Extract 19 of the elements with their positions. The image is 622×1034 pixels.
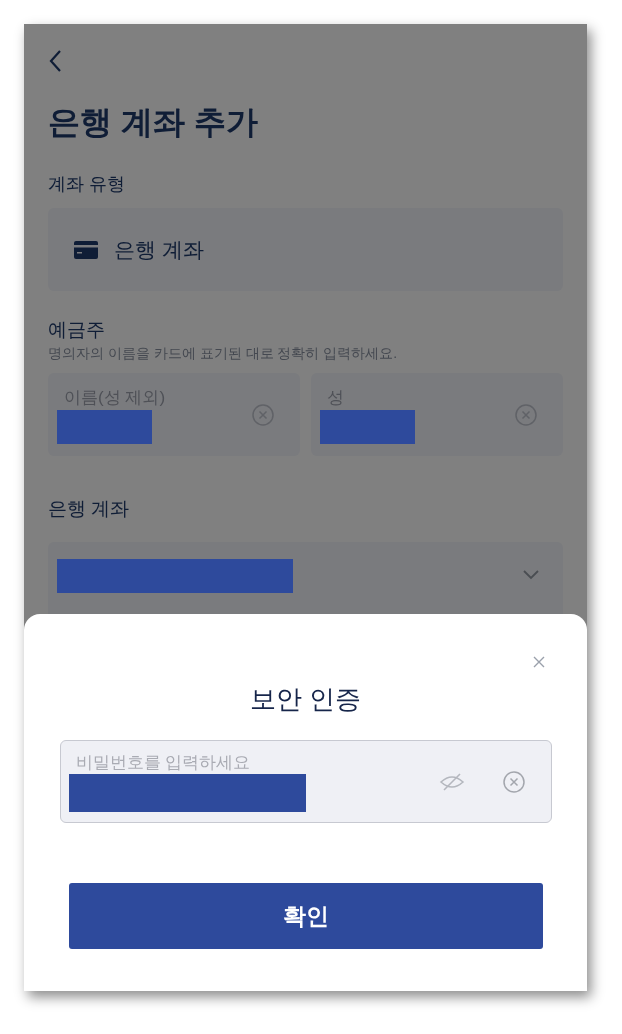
account-type-value: 은행 계좌	[114, 236, 204, 263]
clear-icon[interactable]	[252, 403, 274, 426]
page-title: 은행 계좌 추가	[48, 103, 259, 142]
account-type-field[interactable]: 은행 계좌	[48, 208, 563, 291]
clear-icon[interactable]	[515, 403, 537, 426]
password-field[interactable]: 비밀번호를 입력하세요	[59, 740, 552, 823]
back-icon[interactable]	[48, 49, 62, 73]
hint-text: 명의자의 이름을 카드에 표기된 대로 정확히 입력하세요.	[48, 344, 399, 363]
section-label: 은행 계좌	[48, 497, 131, 521]
chevron-down-icon	[523, 570, 539, 580]
clear-icon[interactable]	[502, 770, 525, 793]
section-label: 예금주	[48, 318, 106, 342]
close-icon[interactable]	[533, 656, 545, 668]
eye-off-icon[interactable]	[438, 771, 465, 792]
dialog-title: 보안 인증	[249, 683, 362, 716]
password-placeholder: 비밀번호를 입력하세요	[74, 751, 252, 774]
card-icon	[74, 240, 98, 259]
section-label: 계좌 유형	[48, 173, 126, 196]
confirm-button[interactable]: 확인	[68, 883, 543, 949]
